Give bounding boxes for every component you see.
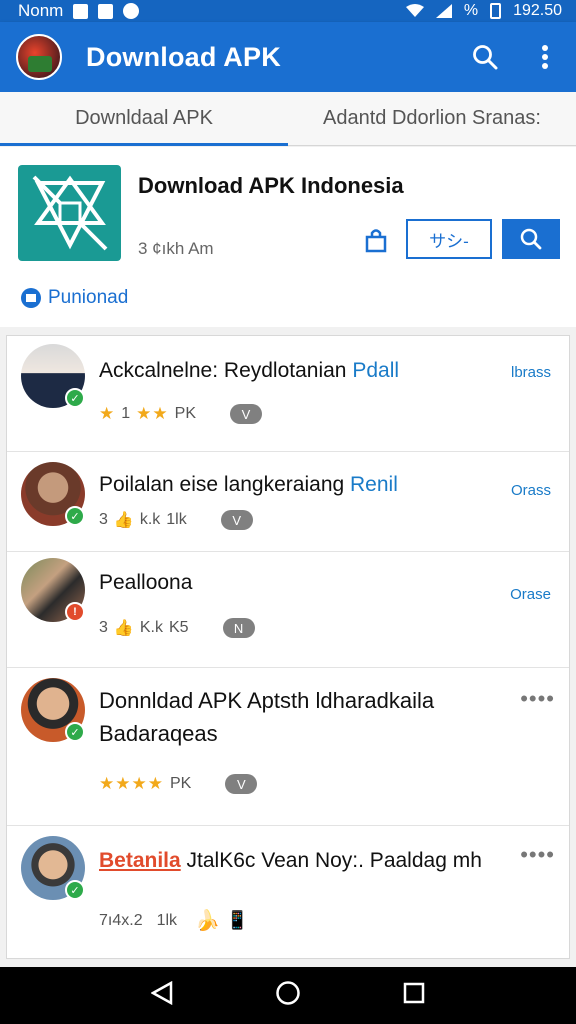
- download-link-label: Punionad: [48, 287, 129, 308]
- signal-icon: [435, 4, 452, 18]
- bag-icon[interactable]: [364, 227, 388, 258]
- verified-pill: V: [229, 404, 262, 424]
- item-title-accent: Renil: [350, 473, 398, 496]
- meta-text: k.k: [139, 511, 161, 528]
- item-title: Pealloona: [99, 566, 499, 599]
- app-title: Download APK: [86, 41, 281, 72]
- list-item[interactable]: ✓ Donnldad APK Aptsth ldharadkaila Badar…: [7, 668, 569, 826]
- verified-badge-icon: ✓: [65, 388, 85, 408]
- item-meta: ★★★★ PK V: [99, 774, 258, 794]
- meta-text-2: K5: [168, 619, 189, 636]
- app-bar: Download APK: [0, 22, 576, 92]
- back-icon[interactable]: [150, 980, 173, 1010]
- meta-count: 7ı4x.2: [99, 911, 143, 929]
- item-title-accent: Pdall: [352, 359, 400, 382]
- notification-icon: [73, 3, 89, 19]
- wifi-icon: [405, 4, 424, 17]
- item-title: Donnldad APK Aptsth ldharadkaila Badaraq…: [99, 684, 489, 750]
- app-icon[interactable]: [18, 165, 121, 261]
- item-meta: 3 👍 k.k 1lk V: [99, 510, 253, 530]
- bookmark-icon: [98, 3, 114, 19]
- sync-icon: [123, 3, 140, 19]
- tab-secondary[interactable]: Adantd Ddorlion Sranas:: [288, 92, 576, 145]
- search-icon: [520, 228, 542, 250]
- verified-pill: N: [222, 618, 255, 638]
- list-item[interactable]: ✓ Poilalan eise langkeraiang Renil 3 👍 k…: [7, 452, 569, 552]
- tab-download-apk[interactable]: Downldaal APK: [0, 92, 288, 146]
- meta-text-2: 1lk: [166, 511, 187, 528]
- meta-text: K.k: [139, 619, 163, 636]
- more-options-icon[interactable]: ••••: [520, 686, 555, 712]
- thumb-icon: 👍: [113, 620, 134, 637]
- meta-count: 3: [99, 511, 108, 528]
- item-title-highlight: Betanila: [99, 849, 181, 872]
- rating-count: 1: [121, 405, 131, 422]
- list-item[interactable]: ✓ Ackcalnelne: Reydlotanian Pdall ★ 1 ★★…: [7, 336, 569, 452]
- search-button[interactable]: [502, 219, 560, 259]
- star-icon: ★: [99, 404, 116, 423]
- meta-count: 3: [99, 619, 108, 636]
- item-title: Ackcalnelne: Reydlotanian Pdall: [99, 354, 499, 387]
- verified-pill: V: [225, 774, 258, 794]
- thumb-icon: 👍: [113, 512, 134, 529]
- meta-suffix: PK: [174, 405, 196, 422]
- meta-text: 1lk: [156, 911, 178, 929]
- download-icon: [21, 288, 41, 308]
- item-title: Betanila JtalK6c Vean Noy:. Paaldag mh: [99, 844, 489, 877]
- item-side-link[interactable]: Orase: [510, 586, 551, 603]
- stars-rating: ★★: [136, 404, 169, 423]
- status-bar: Nonm % 192.50: [0, 0, 576, 22]
- home-icon[interactable]: [275, 980, 301, 1011]
- battery-icon: [490, 3, 502, 19]
- list-item[interactable]: ! Pealloona 3 👍 K.k K5 N Orase: [7, 552, 569, 668]
- item-title-text: Ackcalnelne: Reydlotanian: [99, 359, 347, 382]
- more-options-icon[interactable]: ••••: [520, 842, 555, 868]
- recents-icon[interactable]: [403, 982, 425, 1009]
- post-list: ✓ Ackcalnelne: Reydlotanian Pdall ★ 1 ★★…: [6, 335, 570, 959]
- verified-badge-icon: ✓: [65, 880, 85, 900]
- clock: 192.50: [513, 2, 562, 19]
- tab-bar: Downldaal APK Adantd Ddorlion Sranas:: [0, 92, 576, 146]
- meta-suffix: PK: [169, 775, 192, 792]
- list-item[interactable]: ✓ Betanila JtalK6c Vean Noy:. Paaldag mh…: [7, 826, 569, 958]
- verified-badge-icon: ✓: [65, 506, 85, 526]
- app-header-card: Download APK Indonesia 3 ¢ıkh Am サシ- Pun…: [0, 147, 576, 327]
- item-title-text: Pealloona: [99, 571, 193, 594]
- item-meta: 7ı4x.2 1lk 🍌 📱: [99, 908, 248, 933]
- install-button[interactable]: サシ-: [406, 219, 492, 259]
- item-meta: ★ 1 ★★ PK V: [99, 404, 262, 424]
- verified-pill: V: [220, 510, 253, 530]
- item-side-link[interactable]: Orass: [511, 482, 551, 499]
- alert-badge-icon: !: [65, 602, 85, 622]
- carrier-label: Nonm: [18, 1, 64, 20]
- item-title: Poilalan eise langkeraiang Renil: [99, 468, 499, 501]
- item-meta: 3 👍 K.k K5 N: [99, 618, 255, 638]
- item-title-text: JtalK6c Vean Noy:. Paaldag mh: [180, 849, 482, 872]
- system-nav-bar: [0, 967, 576, 1024]
- item-title-text: Donnldad APK Aptsth ldharadkaila Badaraq…: [99, 688, 435, 746]
- item-side-link[interactable]: lbrass: [511, 364, 551, 381]
- app-name: Download APK Indonesia: [138, 173, 404, 198]
- banana-icon: 🍌: [195, 910, 220, 932]
- download-link[interactable]: Punionad: [20, 287, 128, 309]
- battery-percent: %: [463, 2, 479, 19]
- item-title-text: Poilalan eise langkeraiang: [99, 473, 345, 496]
- app-logo-avatar[interactable]: [16, 34, 62, 80]
- phone-icon: 📱: [225, 910, 249, 930]
- stars-rating: ★★★★: [99, 774, 164, 793]
- verified-badge-icon: ✓: [65, 722, 85, 742]
- app-meta: 3 ¢ıkh Am: [138, 239, 214, 258]
- search-icon[interactable]: [470, 42, 500, 72]
- more-vert-icon[interactable]: [530, 42, 560, 72]
